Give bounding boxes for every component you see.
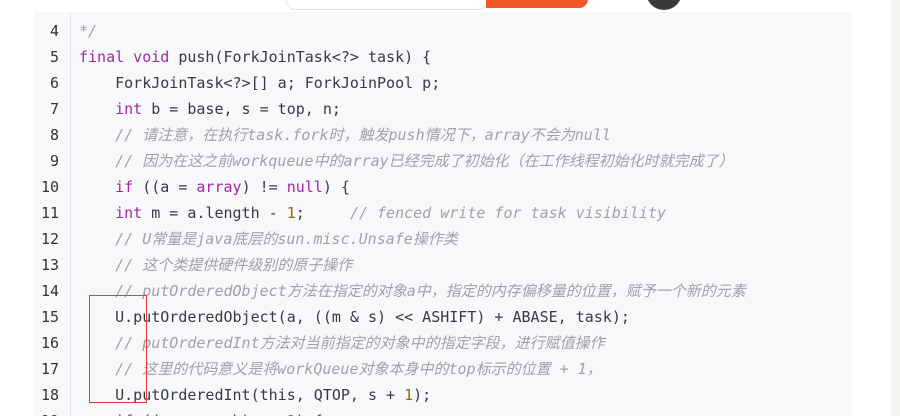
code-number: 1 <box>287 412 296 416</box>
code-token: U.putOrderedObject(a, ((m & s) << ASHIFT… <box>79 308 630 326</box>
code-block: 4 */ 5 final void push(ForkJoinTask<?> task… <box>34 12 852 416</box>
code-token: ); <box>413 386 432 404</box>
code-token: push(ForkJoinTask<?> task) { <box>169 48 432 66</box>
line-number: 18 <box>40 386 59 404</box>
code-comment: // putOrderedInt方法对当前指定的对象中的指定字段，进行赋值操作 <box>79 334 605 352</box>
line-number: 7 <box>49 100 59 118</box>
red-highlight-box <box>89 295 147 403</box>
line-number: 16 <box>40 334 59 352</box>
code-text: if ((a = array) != null) { <box>79 174 350 200</box>
line-number: 19 <box>34 408 59 416</box>
line-number: 17 <box>40 360 59 378</box>
code-token: ) { <box>322 178 350 196</box>
code-number: 1 <box>404 386 414 404</box>
code-comment: // putOrderedObject方法在指定的对象a中，指定的内存偏移量的位… <box>79 282 746 300</box>
code-keyword: array <box>196 178 242 196</box>
line-number: 6 <box>49 74 59 92</box>
line-number: 4 <box>49 22 59 40</box>
code-token: ((a = <box>133 178 197 196</box>
code-line: 16 // putOrderedInt方法对当前指定的对象中的指定字段，进行赋值… <box>34 330 852 356</box>
code-token: ((n = s - b) <= <box>133 412 287 416</box>
code-text: // putOrderedInt方法对当前指定的对象中的指定字段，进行赋值操作 <box>79 330 605 356</box>
code-number: 1 <box>286 204 296 222</box>
line-number: 11 <box>40 204 59 222</box>
code-text: // putOrderedObject方法在指定的对象a中，指定的内存偏移量的位… <box>79 278 746 304</box>
code-token: ) { <box>296 412 323 416</box>
code-keyword: int <box>115 100 143 118</box>
line-number: 9 <box>49 152 59 170</box>
top-navigation-bar <box>0 0 900 10</box>
code-line: 4 */ <box>34 18 852 44</box>
code-line: 17 // 这里的代码意义是将workQueue对象本身中的top标示的位置 +… <box>34 356 852 382</box>
search-button[interactable] <box>486 0 588 8</box>
code-line: 19 if ((n = s - b) <= 1) { <box>34 408 852 416</box>
code-line: 9 // 因为在这之前workqueue中的array已经完成了初始化（在工作线… <box>34 148 852 174</box>
code-line: 14 // putOrderedObject方法在指定的对象a中，指定的内存偏移… <box>34 278 852 304</box>
code-text: // 因为在这之前workqueue中的array已经完成了初始化（在工作线程初… <box>79 148 734 174</box>
code-token: b = base, s = top, n; <box>142 100 341 118</box>
code-text: int b = base, s = top, n; <box>79 96 341 122</box>
code-text: */ <box>79 18 97 44</box>
code-text: if ((n = s - b) <= 1) { <box>79 408 323 416</box>
line-number: 10 <box>40 178 59 196</box>
code-token: ForkJoinTask<?>[] a; ForkJoinPool p; <box>79 74 441 92</box>
code-keyword: null <box>286 178 323 196</box>
code-comment: // U常量是java底层的sun.misc.Unsafe操作类 <box>79 230 458 248</box>
line-number: 8 <box>49 126 59 144</box>
code-text: final void push(ForkJoinTask<?> task) { <box>79 44 431 70</box>
code-line: 11 int m = a.length - 1; // fenced write… <box>34 200 852 226</box>
code-line: 7 int b = base, s = top, n; <box>34 96 852 122</box>
avatar[interactable] <box>646 0 682 10</box>
code-keyword: final void <box>79 48 170 66</box>
code-text: ForkJoinTask<?>[] a; ForkJoinPool p; <box>79 70 440 96</box>
code-line: 5 final void push(ForkJoinTask<?> task) { <box>34 44 852 70</box>
code-line: 10 if ((a = array) != null) { <box>34 174 852 200</box>
code-comment: // fenced write for task visibility <box>349 204 667 222</box>
code-text: // 请注意，在执行task.fork时，触发push情况下，array不会为n… <box>79 122 611 148</box>
code-comment: // 这里的代码意义是将workQueue对象本身中的top标示的位置 + 1， <box>79 360 602 378</box>
code-line: 12 // U常量是java底层的sun.misc.Unsafe操作类 <box>34 226 852 252</box>
code-line: 8 // 请注意，在执行task.fork时，触发push情况下，array不会… <box>34 122 852 148</box>
code-token: m = a.length - <box>142 204 287 222</box>
code-text: // U常量是java底层的sun.misc.Unsafe操作类 <box>79 226 458 252</box>
line-number: 13 <box>40 256 59 274</box>
code-line: 15 U.putOrderedObject(a, ((m & s) << ASH… <box>34 304 852 330</box>
search-input[interactable] <box>286 0 488 10</box>
code-line: 18 U.putOrderedInt(this, QTOP, s + 1); <box>34 382 852 408</box>
code-text: // 这个类提供硬件级别的原子操作 <box>79 252 352 278</box>
line-number: 14 <box>40 282 59 300</box>
code-comment: // 这个类提供硬件级别的原子操作 <box>79 256 353 274</box>
code-text: // 这里的代码意义是将workQueue对象本身中的top标示的位置 + 1， <box>79 356 602 382</box>
right-sidebar-edge <box>891 0 900 416</box>
code-token: ; <box>295 204 350 222</box>
code-line: 6 ForkJoinTask<?>[] a; ForkJoinPool p; <box>34 70 852 96</box>
code-keyword: int <box>115 204 143 222</box>
code-comment: // 因为在这之前workqueue中的array已经完成了初始化（在工作线程初… <box>79 152 734 170</box>
code-comment: */ <box>79 22 98 40</box>
line-number: 15 <box>40 308 59 326</box>
code-comment: // 请注意，在执行task.fork时，触发push情况下，array不会为n… <box>79 126 611 144</box>
code-line: 13 // 这个类提供硬件级别的原子操作 <box>34 252 852 278</box>
line-number: 12 <box>40 230 59 248</box>
code-text: int m = a.length - 1; // fenced write fo… <box>79 200 666 226</box>
code-keyword: if <box>115 412 133 416</box>
code-keyword: if <box>115 178 134 196</box>
code-text: U.putOrderedObject(a, ((m & s) << ASHIFT… <box>79 304 630 330</box>
code-token: ) != <box>241 178 287 196</box>
line-number: 5 <box>49 48 59 66</box>
